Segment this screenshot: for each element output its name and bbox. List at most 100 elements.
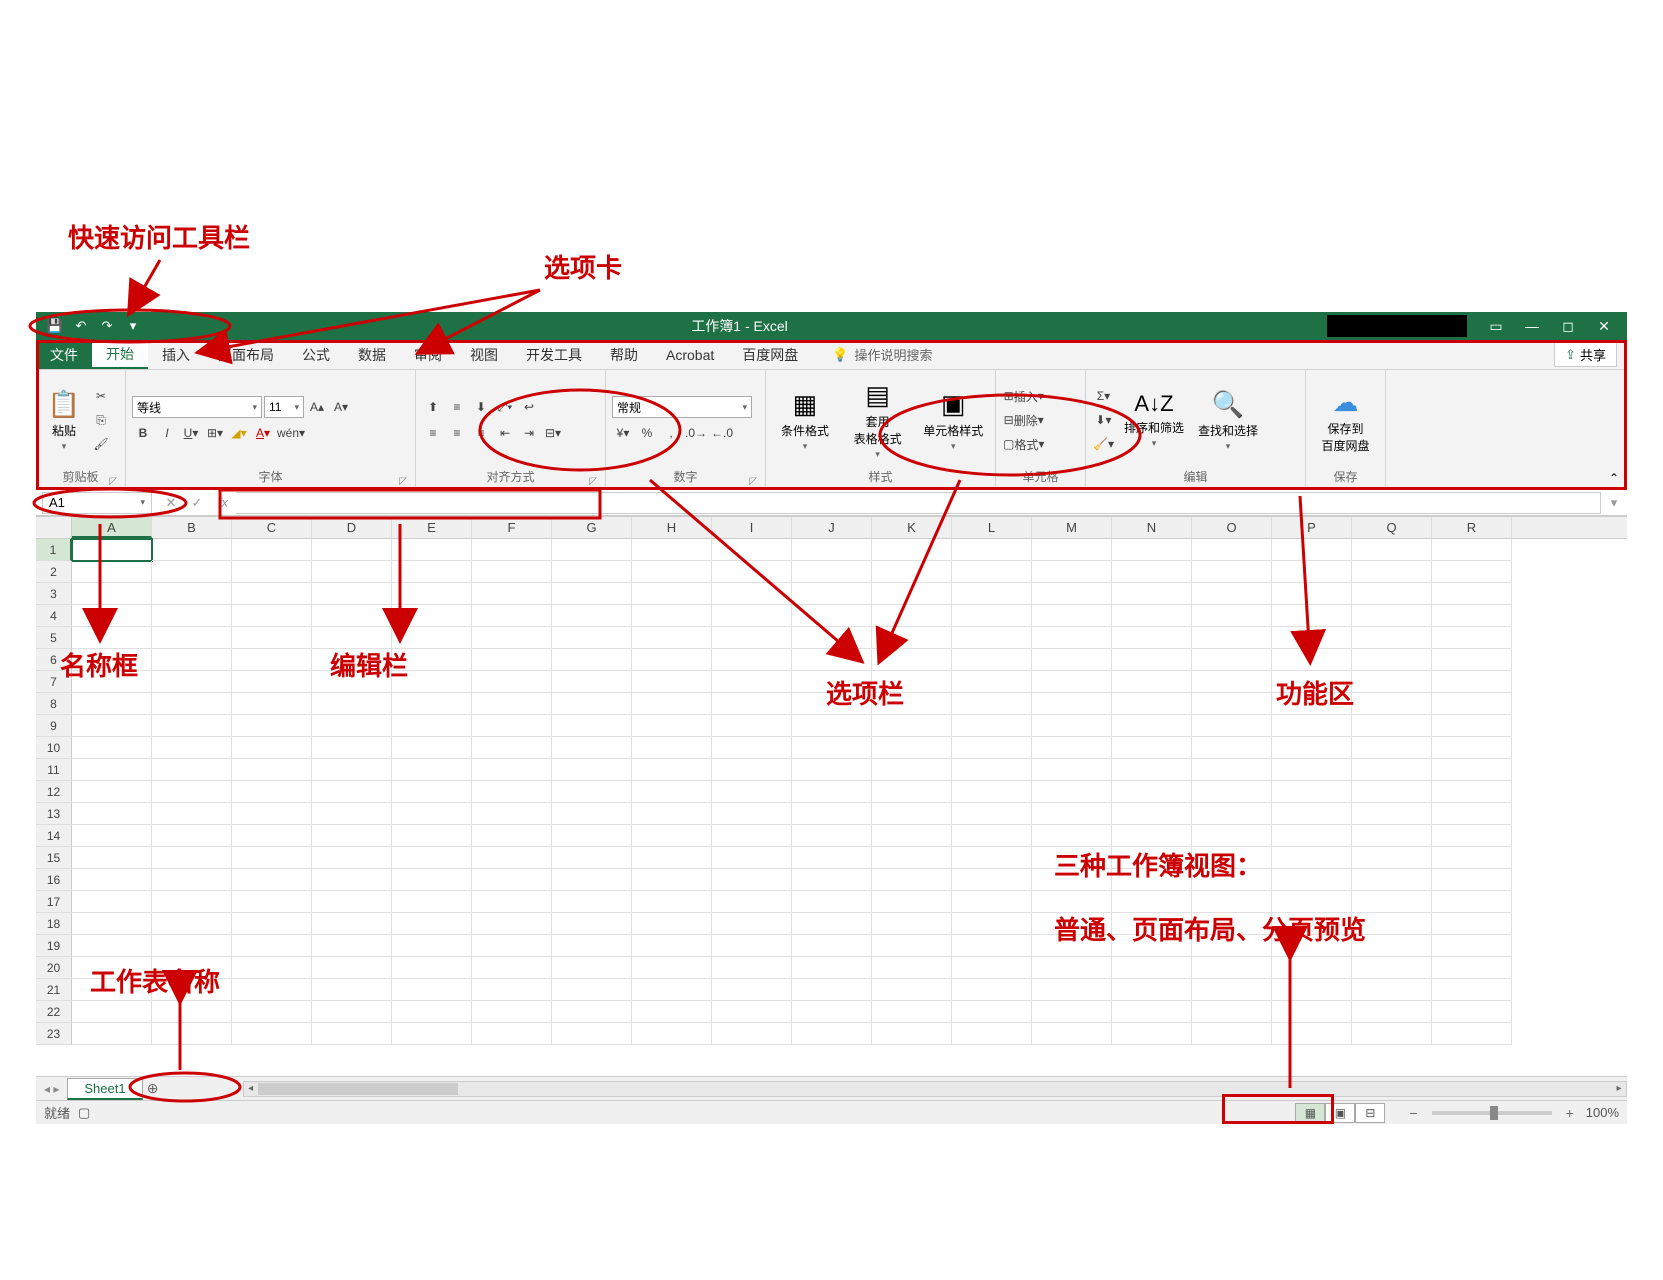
cell[interactable] <box>632 715 712 737</box>
cell[interactable] <box>632 605 712 627</box>
cell[interactable] <box>552 913 632 935</box>
find-select-button[interactable]: 🔍 查找和选择▾ <box>1193 381 1263 459</box>
cell[interactable] <box>472 759 552 781</box>
tab-acrobat[interactable]: Acrobat <box>652 340 728 369</box>
cell[interactable] <box>392 847 472 869</box>
zoom-thumb[interactable] <box>1490 1106 1498 1120</box>
cell[interactable] <box>1352 693 1432 715</box>
cell[interactable] <box>152 869 232 891</box>
cell[interactable] <box>792 583 872 605</box>
cell[interactable] <box>472 671 552 693</box>
cell[interactable] <box>232 759 312 781</box>
cell[interactable] <box>1432 649 1512 671</box>
cell[interactable] <box>72 715 152 737</box>
cell[interactable] <box>1032 957 1112 979</box>
cell[interactable] <box>1032 561 1112 583</box>
cell[interactable] <box>712 693 792 715</box>
cell[interactable] <box>1352 847 1432 869</box>
cell[interactable] <box>552 803 632 825</box>
cell[interactable] <box>1032 1001 1112 1023</box>
cell[interactable] <box>952 935 1032 957</box>
align-right-icon[interactable]: ≡ <box>470 422 492 444</box>
cell[interactable] <box>872 627 952 649</box>
tab-developer[interactable]: 开发工具 <box>512 340 596 369</box>
cell[interactable] <box>952 825 1032 847</box>
cell[interactable] <box>1432 781 1512 803</box>
cell[interactable] <box>792 891 872 913</box>
row-header[interactable]: 17 <box>36 891 72 913</box>
cell[interactable] <box>472 737 552 759</box>
cell[interactable] <box>952 781 1032 803</box>
cell[interactable] <box>392 1023 472 1045</box>
cell[interactable] <box>472 1023 552 1045</box>
cell[interactable] <box>792 627 872 649</box>
tell-me-search[interactable]: 💡 操作说明搜索 <box>832 345 932 364</box>
tab-home[interactable]: 开始 <box>92 340 148 369</box>
cell[interactable] <box>1432 737 1512 759</box>
cell[interactable] <box>1112 803 1192 825</box>
cell[interactable] <box>1032 737 1112 759</box>
cell[interactable] <box>872 803 952 825</box>
cell[interactable] <box>232 649 312 671</box>
format-painter-icon[interactable]: 🖌 <box>90 433 112 455</box>
cell[interactable] <box>712 781 792 803</box>
cell[interactable] <box>1192 957 1272 979</box>
row-header[interactable]: 13 <box>36 803 72 825</box>
cell[interactable] <box>792 847 872 869</box>
cell[interactable] <box>232 781 312 803</box>
cell[interactable] <box>712 671 792 693</box>
cell[interactable] <box>872 1001 952 1023</box>
comma-format-icon[interactable]: , <box>660 422 682 444</box>
underline-button[interactable]: U▾ <box>180 422 202 444</box>
accounting-format-icon[interactable]: ¥▾ <box>612 422 634 444</box>
cell[interactable] <box>792 781 872 803</box>
cell[interactable] <box>952 671 1032 693</box>
column-header[interactable]: R <box>1432 517 1512 538</box>
cell[interactable] <box>872 715 952 737</box>
horizontal-scrollbar[interactable]: ◂ ▸ <box>243 1081 1627 1097</box>
cell[interactable] <box>1032 781 1112 803</box>
border-button[interactable]: ⊞▾ <box>204 422 226 444</box>
cell[interactable] <box>72 803 152 825</box>
minimize-button[interactable]: — <box>1515 314 1549 338</box>
row-header[interactable]: 22 <box>36 1001 72 1023</box>
cell[interactable] <box>1112 1001 1192 1023</box>
cell[interactable] <box>552 605 632 627</box>
cell[interactable] <box>712 803 792 825</box>
cell[interactable] <box>552 715 632 737</box>
cell[interactable] <box>472 649 552 671</box>
cell[interactable] <box>472 781 552 803</box>
cell[interactable] <box>472 979 552 1001</box>
cell[interactable] <box>152 913 232 935</box>
save-icon[interactable]: 💾 <box>46 317 64 335</box>
cell[interactable] <box>312 847 392 869</box>
row-header[interactable]: 16 <box>36 869 72 891</box>
row-header[interactable]: 3 <box>36 583 72 605</box>
merge-cells-icon[interactable]: ⊟▾ <box>542 422 564 444</box>
formula-input[interactable] <box>236 492 1601 514</box>
cell[interactable] <box>1112 561 1192 583</box>
cell[interactable] <box>1192 539 1272 561</box>
cell[interactable] <box>1112 737 1192 759</box>
cell[interactable] <box>632 671 712 693</box>
cell[interactable] <box>792 1023 872 1045</box>
cell[interactable] <box>872 605 952 627</box>
insert-function-icon[interactable]: fx <box>210 492 236 514</box>
cell[interactable] <box>632 935 712 957</box>
row-header[interactable]: 14 <box>36 825 72 847</box>
cell[interactable] <box>152 935 232 957</box>
cell[interactable] <box>152 671 232 693</box>
row-header[interactable]: 4 <box>36 605 72 627</box>
cell[interactable] <box>1192 1023 1272 1045</box>
row-header[interactable]: 9 <box>36 715 72 737</box>
cell[interactable] <box>872 737 952 759</box>
cell[interactable] <box>232 627 312 649</box>
cell[interactable] <box>792 913 872 935</box>
cell[interactable] <box>632 583 712 605</box>
cell[interactable] <box>1192 781 1272 803</box>
cell[interactable] <box>72 891 152 913</box>
cell[interactable] <box>872 979 952 1001</box>
cell[interactable] <box>1192 803 1272 825</box>
align-bottom-icon[interactable]: ⬇ <box>470 396 492 418</box>
cell[interactable] <box>1272 1023 1352 1045</box>
